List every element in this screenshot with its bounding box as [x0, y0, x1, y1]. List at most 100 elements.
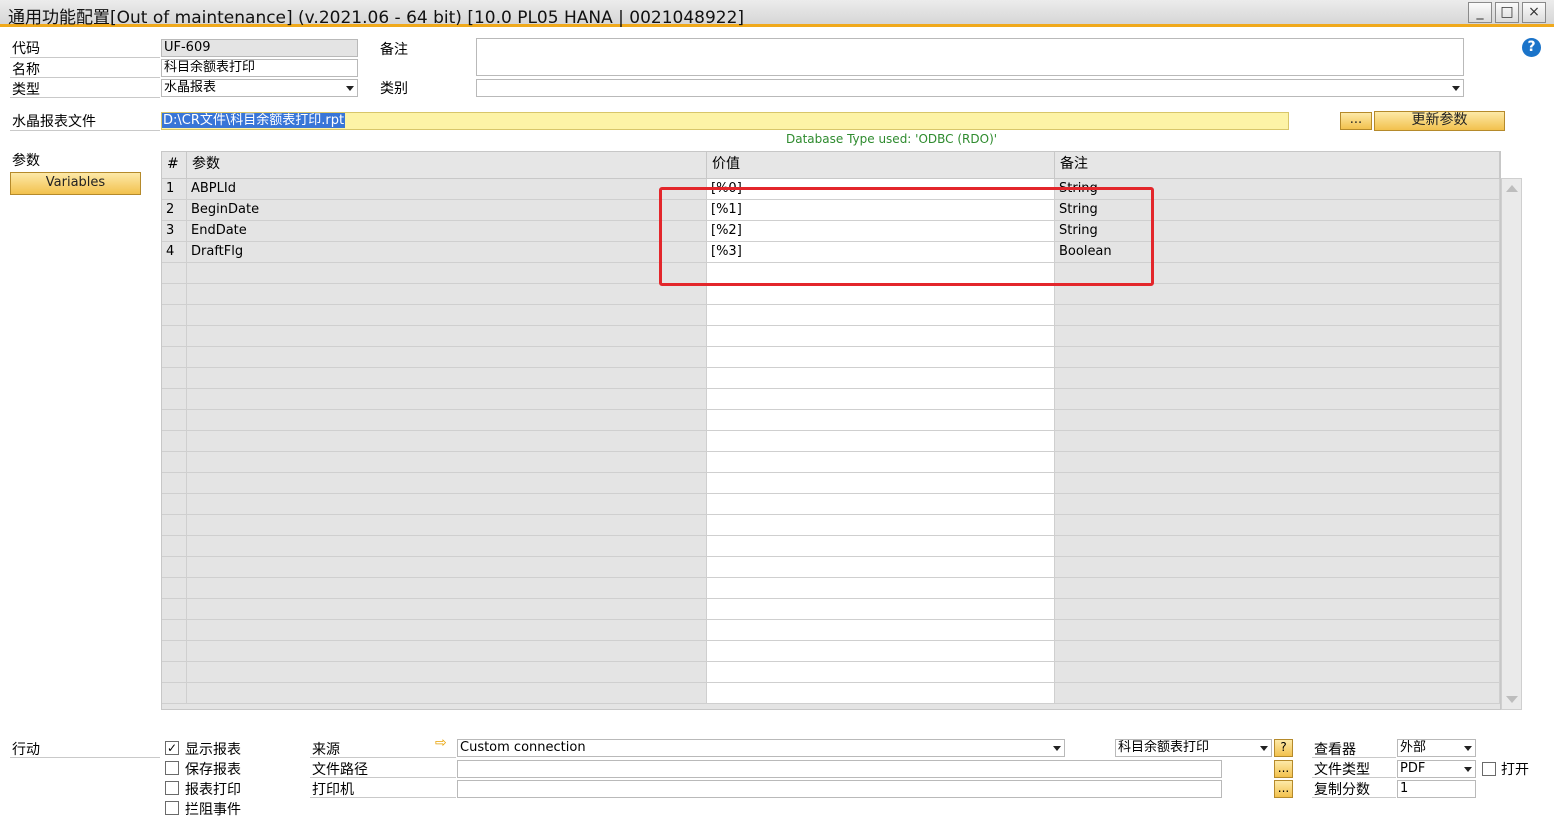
- empty-cell[interactable]: [707, 284, 1055, 304]
- empty-cell: [187, 284, 707, 304]
- empty-cell: [187, 536, 707, 556]
- report-select-dropdown[interactable]: 科目余额表打印: [1115, 739, 1272, 757]
- empty-cell: [162, 683, 187, 703]
- empty-cell: [162, 578, 187, 598]
- column-header-value[interactable]: 价值: [707, 152, 1055, 179]
- filetype-dropdown[interactable]: PDF: [1397, 760, 1476, 778]
- type-dropdown-value: 水晶报表: [164, 80, 217, 95]
- source-dropdown[interactable]: Custom connection: [457, 739, 1065, 757]
- empty-cell: [187, 431, 707, 451]
- empty-table-row[interactable]: [162, 494, 1500, 515]
- param-name: EndDate: [187, 221, 707, 241]
- empty-table-row[interactable]: [162, 473, 1500, 494]
- filepath-field[interactable]: [457, 760, 1222, 778]
- empty-cell: [162, 536, 187, 556]
- empty-cell[interactable]: [707, 662, 1055, 682]
- printer-field[interactable]: [457, 780, 1222, 798]
- remark-field[interactable]: [476, 38, 1464, 76]
- update-params-button[interactable]: 更新参数: [1374, 111, 1505, 131]
- empty-table-row[interactable]: [162, 641, 1500, 662]
- chevron-down-icon: [346, 86, 354, 91]
- empty-table-row[interactable]: [162, 599, 1500, 620]
- empty-cell[interactable]: [707, 599, 1055, 619]
- name-field[interactable]: 科目余额表打印: [161, 59, 358, 77]
- empty-table-row[interactable]: [162, 452, 1500, 473]
- empty-table-row[interactable]: [162, 305, 1500, 326]
- scroll-down-icon[interactable]: [1506, 696, 1518, 703]
- print-report-checkbox[interactable]: [165, 781, 179, 795]
- remark-label: 备注: [380, 42, 408, 58]
- empty-cell[interactable]: [707, 536, 1055, 556]
- column-header-num[interactable]: #: [162, 152, 187, 179]
- code-field[interactable]: UF-609: [161, 39, 358, 57]
- viewer-dropdown[interactable]: 外部: [1397, 739, 1476, 757]
- empty-table-row[interactable]: [162, 683, 1500, 704]
- intercept-event-label: 拦阻事件: [185, 802, 241, 818]
- browse-file-button[interactable]: ...: [1340, 112, 1372, 130]
- save-report-checkbox[interactable]: [165, 761, 179, 775]
- empty-table-row[interactable]: [162, 347, 1500, 368]
- grid-scrollbar[interactable]: [1501, 178, 1522, 710]
- column-header-param[interactable]: 参数: [187, 152, 707, 179]
- empty-cell: [187, 620, 707, 640]
- empty-table-row[interactable]: [162, 515, 1500, 536]
- empty-table-row[interactable]: [162, 284, 1500, 305]
- open-checkbox[interactable]: [1482, 762, 1496, 776]
- chevron-down-icon: [1260, 746, 1268, 751]
- empty-cell: [162, 557, 187, 577]
- empty-cell[interactable]: [707, 578, 1055, 598]
- empty-cell[interactable]: [707, 473, 1055, 493]
- empty-cell: [162, 305, 187, 325]
- report-file-field[interactable]: D:\CR文件\科目余额表打印.rpt: [161, 112, 1289, 130]
- filepath-browse-button[interactable]: ...: [1274, 760, 1293, 778]
- empty-cell: [187, 389, 707, 409]
- minimize-button[interactable]: _: [1468, 2, 1492, 23]
- empty-cell[interactable]: [707, 620, 1055, 640]
- printer-browse-button[interactable]: ...: [1274, 780, 1293, 798]
- empty-cell[interactable]: [707, 347, 1055, 367]
- empty-cell[interactable]: [707, 683, 1055, 703]
- copies-field[interactable]: 1: [1397, 780, 1476, 798]
- empty-table-row[interactable]: [162, 431, 1500, 452]
- link-arrow-icon[interactable]: ⇨: [435, 735, 447, 751]
- window-title: 通用功能配置[Out of maintenance] (v.2021.06 - …: [8, 8, 745, 28]
- empty-cell[interactable]: [707, 368, 1055, 388]
- empty-cell[interactable]: [707, 305, 1055, 325]
- variables-button[interactable]: Variables: [10, 172, 141, 195]
- column-header-remark[interactable]: 备注: [1055, 152, 1500, 179]
- empty-cell[interactable]: [707, 641, 1055, 661]
- empty-cell: [1055, 410, 1500, 430]
- maximize-button[interactable]: □: [1495, 2, 1519, 23]
- empty-table-row[interactable]: [162, 536, 1500, 557]
- empty-cell[interactable]: [707, 326, 1055, 346]
- empty-cell[interactable]: [707, 494, 1055, 514]
- empty-cell[interactable]: [707, 389, 1055, 409]
- empty-table-row[interactable]: [162, 557, 1500, 578]
- empty-cell: [187, 578, 707, 598]
- category-dropdown[interactable]: [476, 79, 1464, 97]
- type-dropdown[interactable]: 水晶报表: [161, 79, 358, 97]
- source-label: 来源: [312, 742, 340, 758]
- filetype-dropdown-value: PDF: [1400, 761, 1426, 776]
- show-report-checkbox[interactable]: ✓: [165, 741, 179, 755]
- empty-table-row[interactable]: [162, 410, 1500, 431]
- empty-cell[interactable]: [707, 431, 1055, 451]
- empty-cell[interactable]: [707, 557, 1055, 577]
- intercept-event-checkbox[interactable]: [165, 801, 179, 815]
- empty-table-row[interactable]: [162, 326, 1500, 347]
- empty-table-row[interactable]: [162, 389, 1500, 410]
- empty-table-row[interactable]: [162, 368, 1500, 389]
- empty-cell[interactable]: [707, 452, 1055, 472]
- scroll-up-icon[interactable]: [1506, 185, 1518, 192]
- report-help-button[interactable]: ?: [1274, 739, 1293, 757]
- empty-table-row[interactable]: [162, 662, 1500, 683]
- empty-table-row[interactable]: [162, 578, 1500, 599]
- close-button[interactable]: ×: [1522, 2, 1546, 23]
- show-report-label: 显示报表: [185, 742, 241, 758]
- empty-cell[interactable]: [707, 515, 1055, 535]
- empty-cell: [187, 494, 707, 514]
- empty-table-row[interactable]: [162, 620, 1500, 641]
- help-icon[interactable]: ?: [1522, 38, 1541, 57]
- empty-cell[interactable]: [707, 410, 1055, 430]
- empty-cell: [1055, 641, 1500, 661]
